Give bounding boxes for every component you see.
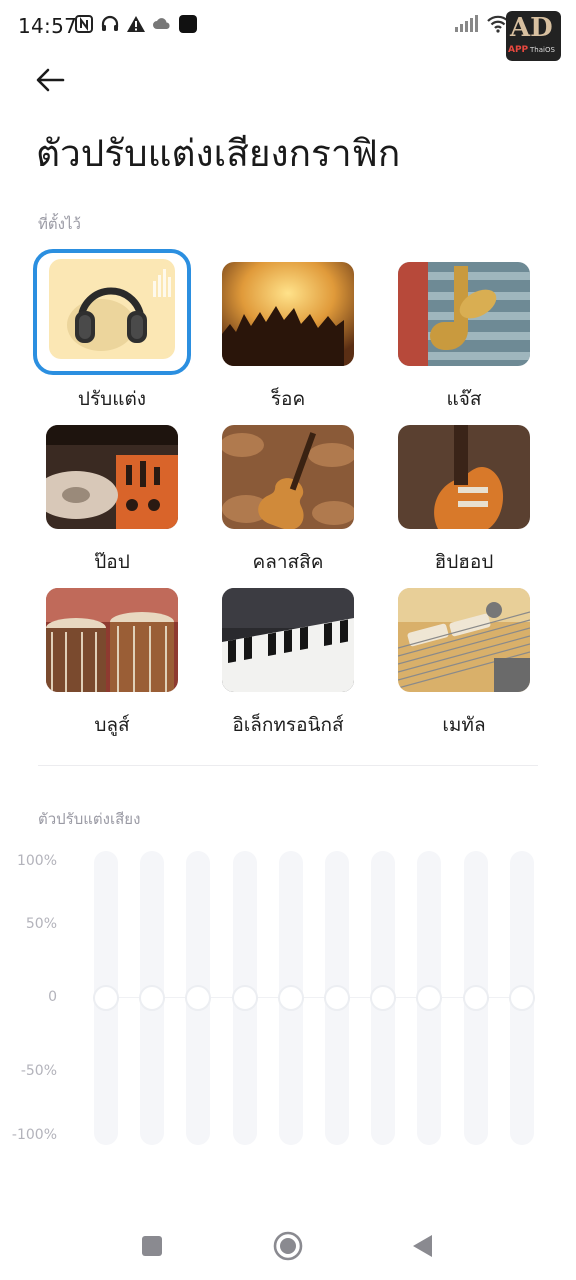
- nfc-icon: [74, 14, 94, 34]
- preset-label: คลาสสิค: [252, 551, 324, 573]
- preset-image-violin: [222, 425, 354, 529]
- recents-square-icon[interactable]: [140, 1234, 164, 1262]
- preset-label: เมทัล: [442, 714, 486, 736]
- divider: [38, 765, 538, 766]
- equalizer-band-slider[interactable]: [463, 851, 489, 1145]
- slider-knob[interactable]: [370, 985, 396, 1011]
- equalizer-band-slider[interactable]: [185, 851, 211, 1145]
- back-button[interactable]: [33, 62, 69, 98]
- preset-image-saxophone: [398, 262, 530, 366]
- equalizer-band-slider[interactable]: [93, 851, 119, 1145]
- signal-icon: [454, 14, 480, 34]
- watermark-brand: APP: [508, 45, 529, 55]
- watermark-sub: ThaiOS: [530, 46, 555, 54]
- preset-image-dj-turntable: [46, 425, 178, 529]
- slider-knob[interactable]: [278, 985, 304, 1011]
- arrow-left-icon: [36, 68, 65, 92]
- preset-image-drums: [46, 588, 178, 692]
- navigation-bar: [0, 1212, 576, 1280]
- preset-image-synth-keyboard: [222, 588, 354, 692]
- status-time: 14:57: [18, 14, 78, 38]
- slider-knob[interactable]: [139, 985, 165, 1011]
- equalizer-band-slider[interactable]: [232, 851, 258, 1145]
- y-tick-label: -100%: [11, 1127, 57, 1143]
- preset-label: อิเล็กทรอนิกส์: [232, 714, 344, 736]
- preset-label: ร็อค: [270, 388, 306, 410]
- y-tick-label: 50%: [25, 916, 57, 932]
- slider-knob[interactable]: [416, 985, 442, 1011]
- preset-label: ป๊อป: [94, 551, 130, 573]
- preset-image-electric-guitar: [398, 425, 530, 529]
- preset-image-guitar-pickups: [398, 588, 530, 692]
- status-bar: 14:57 AD APP ThaiOS: [0, 0, 576, 61]
- slider-knob[interactable]: [509, 985, 535, 1011]
- y-tick-label: -50%: [20, 1063, 57, 1079]
- alert-icon: [126, 14, 146, 34]
- cloud-icon: [152, 14, 172, 34]
- equalizer-band-slider[interactable]: [416, 851, 442, 1145]
- slider-knob[interactable]: [93, 985, 119, 1011]
- app-square-icon: [178, 14, 198, 34]
- slider-knob[interactable]: [185, 985, 211, 1011]
- preset-label: บลูส์: [94, 714, 130, 736]
- back-triangle-icon[interactable]: [410, 1233, 434, 1263]
- y-tick-label: 0: [48, 989, 57, 1005]
- presets-section-label: ที่ตั้งไว้: [38, 215, 81, 233]
- preset-image-concert-crowd: [222, 262, 354, 366]
- watermark-mark: AD: [510, 13, 553, 43]
- equalizer-band-slider[interactable]: [509, 851, 535, 1145]
- equalizer-band-slider[interactable]: [139, 851, 165, 1145]
- preset-label: ฮิปฮอป: [434, 551, 494, 573]
- equalizer-band-slider[interactable]: [370, 851, 396, 1145]
- equalizer-section-label: ตัวปรับแต่งเสียง: [38, 810, 141, 828]
- slider-knob[interactable]: [232, 985, 258, 1011]
- equalizer-band-slider[interactable]: [324, 851, 350, 1145]
- preset-label: ปรับแต่ง: [77, 388, 147, 410]
- y-tick-label: 100%: [16, 853, 57, 869]
- page-title: ตัวปรับแต่งเสียงกราฟิก: [36, 132, 401, 175]
- slider-knob[interactable]: [324, 985, 350, 1011]
- headset-icon: [100, 14, 120, 34]
- home-circle-icon[interactable]: [272, 1230, 304, 1266]
- watermark-logo: AD APP ThaiOS: [506, 11, 561, 61]
- preset-label: แจ๊ส: [446, 388, 482, 410]
- slider-knob[interactable]: [463, 985, 489, 1011]
- equalizer-band-slider[interactable]: [278, 851, 304, 1145]
- preset-image-headphones: [49, 259, 175, 359]
